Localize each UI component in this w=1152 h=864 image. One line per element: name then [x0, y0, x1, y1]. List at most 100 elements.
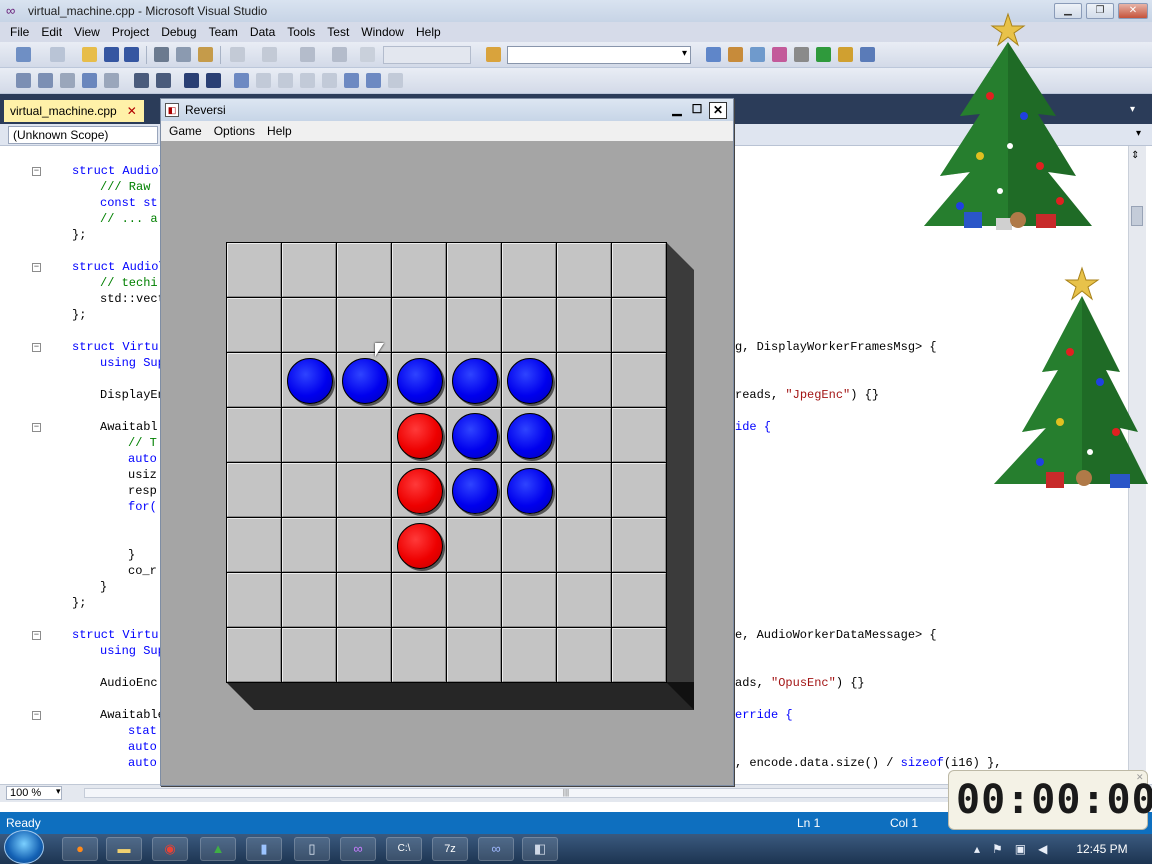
paste-icon[interactable] [198, 47, 213, 62]
board-cell[interactable] [392, 408, 446, 462]
menu-debug[interactable]: Debug [155, 25, 202, 39]
board-cell[interactable] [502, 298, 556, 352]
board-cell[interactable] [447, 573, 501, 627]
horizontal-scroll-thumb[interactable]: ||| [560, 789, 572, 797]
board-cell[interactable] [447, 518, 501, 572]
board-cell[interactable] [557, 408, 611, 462]
board-cell[interactable] [502, 243, 556, 297]
board-cell[interactable] [557, 573, 611, 627]
board-cell[interactable] [502, 353, 556, 407]
board-cell[interactable] [227, 353, 281, 407]
taskbar-clock[interactable]: 12:45 PM [1070, 834, 1134, 864]
navigate-forward-icon[interactable] [332, 47, 347, 62]
reversi-close-button[interactable]: ✕ [709, 102, 727, 119]
menu-project[interactable]: Project [106, 25, 155, 39]
board-cell[interactable] [392, 243, 446, 297]
board-cell[interactable] [557, 243, 611, 297]
board-cell[interactable] [282, 518, 336, 572]
collapse-region-icon[interactable]: − [32, 263, 41, 272]
next-bookmark-folder-icon[interactable] [322, 73, 337, 88]
split-editor-icon[interactable]: ⇕ [1131, 150, 1139, 161]
next-bookmark-icon[interactable] [278, 73, 293, 88]
reversi-taskbar-icon[interactable]: ◧ [522, 837, 558, 861]
comment-lines-icon[interactable] [184, 73, 199, 88]
chrome-icon[interactable]: ◉ [152, 837, 188, 861]
visual-studio-taskbar-icon[interactable]: ∞ [340, 837, 376, 861]
network-icon[interactable]: ▣ [1015, 834, 1026, 864]
increase-indent-icon[interactable] [156, 73, 171, 88]
open-file-icon[interactable] [82, 47, 97, 62]
board-cell[interactable] [447, 628, 501, 682]
board-cell[interactable] [612, 353, 666, 407]
board-cell[interactable] [557, 518, 611, 572]
board-cell[interactable] [337, 408, 391, 462]
board-cell[interactable] [447, 353, 501, 407]
board-cell[interactable] [282, 628, 336, 682]
show-hidden-icons-icon[interactable]: ▴ [974, 834, 980, 864]
board-cell[interactable] [227, 408, 281, 462]
quick-info-icon[interactable] [60, 73, 75, 88]
board-cell[interactable] [612, 518, 666, 572]
board-cell[interactable] [502, 628, 556, 682]
members-dropdown-icon[interactable]: ▾ [1136, 128, 1141, 139]
board-cell[interactable] [392, 573, 446, 627]
cut-icon[interactable] [154, 47, 169, 62]
collapse-region-icon[interactable]: − [32, 423, 41, 432]
board-cell[interactable] [557, 628, 611, 682]
timer-close-icon[interactable]: ✕ [1136, 772, 1146, 782]
find-in-files-icon[interactable] [486, 47, 501, 62]
christmas-tree-app-icon[interactable]: ▲ [200, 837, 236, 861]
board-cell[interactable] [392, 353, 446, 407]
reversi-title-bar[interactable]: ◧ Reversi [161, 99, 733, 121]
board-cell[interactable] [557, 353, 611, 407]
collapse-region-icon[interactable]: − [32, 167, 41, 176]
7zip-icon[interactable]: 7z [432, 837, 468, 861]
save-icon[interactable] [104, 47, 119, 62]
board-cell[interactable] [337, 243, 391, 297]
reversi-minimize-button[interactable]: ▁ [668, 102, 686, 119]
collapse-region-icon[interactable]: − [32, 631, 41, 640]
command-window-icon[interactable] [860, 47, 875, 62]
board-cell[interactable] [337, 573, 391, 627]
action-center-flag-icon[interactable]: ⚑ [992, 834, 1003, 864]
complete-word-icon[interactable] [82, 73, 97, 88]
board-cell[interactable] [392, 628, 446, 682]
menu-help[interactable]: Help [410, 25, 447, 39]
previous-bookmark-document-icon[interactable] [344, 73, 359, 88]
tab-virtual-machine-cpp[interactable]: virtual_machine.cpp ✕ [4, 100, 144, 122]
menu-test[interactable]: Test [321, 25, 355, 39]
firefox-icon[interactable]: ● [62, 837, 98, 861]
start-debugging-icon[interactable] [360, 47, 375, 62]
board-cell[interactable] [447, 298, 501, 352]
board-cell[interactable] [227, 298, 281, 352]
scope-dropdown[interactable]: (Unknown Scope) [8, 126, 158, 144]
board-cell[interactable] [392, 298, 446, 352]
board-cell[interactable] [502, 518, 556, 572]
decrease-indent-icon[interactable] [134, 73, 149, 88]
toggle-bookmark-icon[interactable] [234, 73, 249, 88]
collapse-region-icon[interactable]: − [32, 711, 41, 720]
volume-icon[interactable]: ◀ [1038, 834, 1047, 864]
board-cell[interactable] [612, 298, 666, 352]
menu-data[interactable]: Data [244, 25, 281, 39]
menu-edit[interactable]: Edit [35, 25, 68, 39]
app-icon[interactable]: ▮ [246, 837, 282, 861]
toolbox-icon[interactable] [772, 47, 787, 62]
board-cell[interactable] [502, 408, 556, 462]
reversi-menu-options[interactable]: Options [208, 124, 261, 138]
copy-icon[interactable] [176, 47, 191, 62]
tools-icon[interactable] [794, 47, 809, 62]
menu-window[interactable]: Window [355, 25, 410, 39]
command-prompt-icon[interactable]: C:\ [386, 837, 422, 861]
board-cell[interactable] [282, 243, 336, 297]
board-cell[interactable] [227, 628, 281, 682]
board-cell[interactable] [557, 298, 611, 352]
tab-dropdown-icon[interactable]: ▾ [1130, 104, 1135, 115]
start-button[interactable] [4, 830, 44, 864]
board-cell[interactable] [227, 243, 281, 297]
notepad-icon[interactable]: ▯ [294, 837, 330, 861]
previous-bookmark-folder-icon[interactable] [300, 73, 315, 88]
board-cell[interactable] [337, 628, 391, 682]
next-bookmark-document-icon[interactable] [366, 73, 381, 88]
board-cell[interactable] [337, 463, 391, 517]
